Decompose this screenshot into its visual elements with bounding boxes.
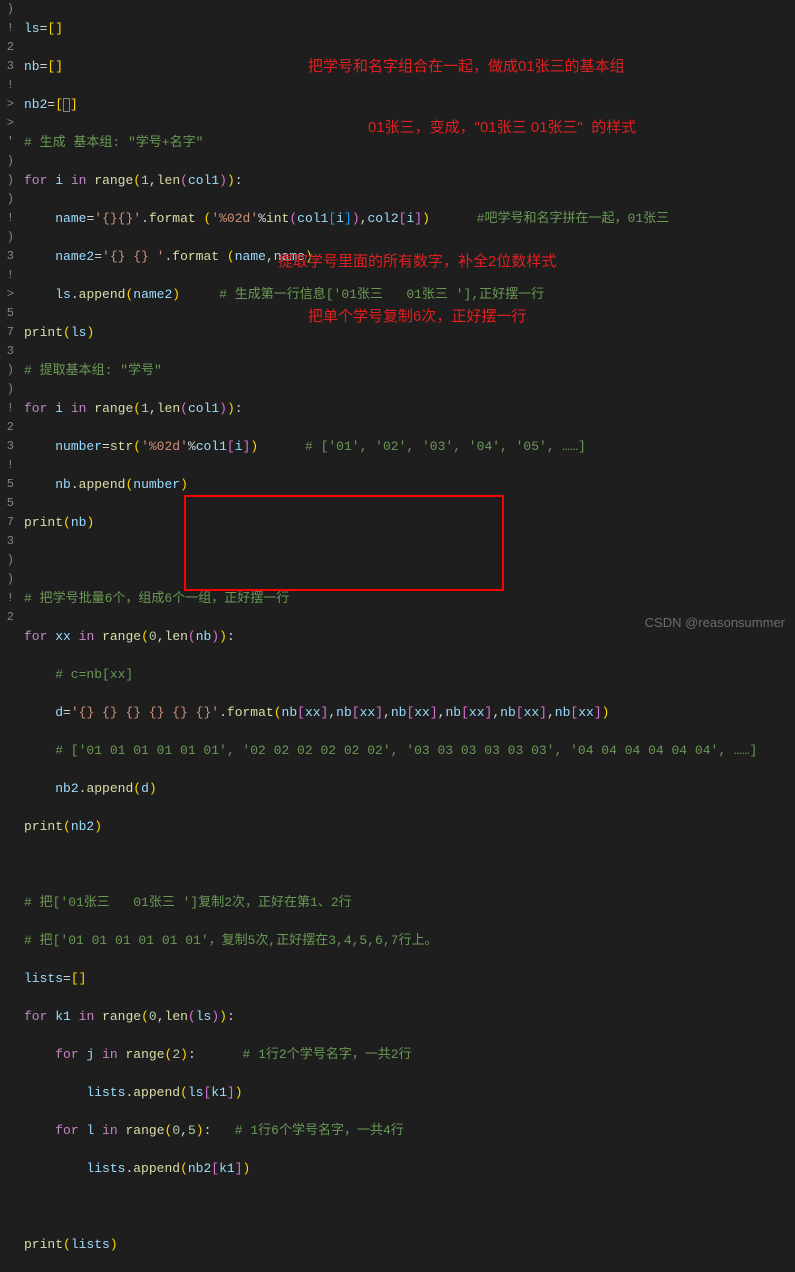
code-line[interactable]: ls.append(name2) # 生成第一行信息['01张三 01张三 ']… bbox=[24, 285, 795, 304]
gutter-num: 3 bbox=[0, 247, 14, 266]
code-line[interactable]: ls=[] bbox=[24, 19, 795, 38]
watermark: CSDN @reasonsummer bbox=[645, 615, 785, 630]
code-line[interactable]: name='{}{}'.format ('%02d'%int(col1[i]),… bbox=[24, 209, 795, 228]
gutter-num: ! bbox=[0, 209, 14, 228]
code-line[interactable]: print(nb2) bbox=[24, 817, 795, 836]
gutter-num: 7 bbox=[0, 323, 14, 342]
code-area[interactable]: ls=[] nb=[] nb2=[] # 生成 基本组: "学号+名字" for… bbox=[18, 0, 795, 636]
code-line[interactable]: d='{} {} {} {} {} {}'.format(nb[xx],nb[x… bbox=[24, 703, 795, 722]
code-line[interactable] bbox=[24, 855, 795, 874]
gutter-num: > bbox=[0, 285, 14, 304]
code-line[interactable]: # 把学号批量6个，组成6个一组，正好摆一行 bbox=[24, 589, 795, 608]
code-line[interactable]: lists=[] bbox=[24, 969, 795, 988]
code-line[interactable]: for k1 in range(0,len(ls)): bbox=[24, 1007, 795, 1026]
gutter-num: ) bbox=[0, 152, 14, 171]
gutter-num: ) bbox=[0, 171, 14, 190]
gutter-num: ! bbox=[0, 589, 14, 608]
annotation-1: 把学号和名字组合在一起，做成01张三的基本组 bbox=[308, 57, 625, 76]
gutter-num: ' bbox=[0, 133, 14, 152]
gutter-num: > bbox=[0, 95, 14, 114]
gutter-num: ! bbox=[0, 266, 14, 285]
gutter-num: ! bbox=[0, 19, 14, 38]
code-editor[interactable]: ) ! 2 3 ! > > ' ) ) ) ! ) 3 ! > 5 7 3 ) … bbox=[0, 0, 795, 636]
gutter-num: ! bbox=[0, 76, 14, 95]
code-line[interactable]: for l in range(0,5): # 1行6个学号名字，一共4行 bbox=[24, 1121, 795, 1140]
code-line[interactable]: for i in range(1,len(col1)): bbox=[24, 171, 795, 190]
gutter-num: 5 bbox=[0, 475, 14, 494]
gutter-num: > bbox=[0, 114, 14, 133]
code-line[interactable] bbox=[24, 1197, 795, 1216]
code-line[interactable]: nb.append(number) bbox=[24, 475, 795, 494]
gutter-num: ) bbox=[0, 0, 14, 19]
code-line[interactable] bbox=[24, 551, 795, 570]
gutter-num: ) bbox=[0, 570, 14, 589]
code-line[interactable]: for i in range(1,len(col1)): bbox=[24, 399, 795, 418]
gutter-num: 5 bbox=[0, 494, 14, 513]
code-line[interactable]: nb2=[] bbox=[24, 95, 795, 114]
annotation-4: 把单个学号复制6次，正好摆一行 bbox=[308, 307, 526, 326]
gutter-num: 2 bbox=[0, 418, 14, 437]
gutter-num: 2 bbox=[0, 608, 14, 627]
gutter-num: 5 bbox=[0, 304, 14, 323]
code-line[interactable]: # 提取基本组: "学号" bbox=[24, 361, 795, 380]
annotation-3: 提取学号里面的所有数字，补全2位数样式 bbox=[278, 252, 556, 271]
code-line[interactable]: nb2.append(d) bbox=[24, 779, 795, 798]
code-line[interactable]: # 把['01 01 01 01 01 01'，复制5次,正好摆在3,4,5,6… bbox=[24, 931, 795, 950]
gutter-num: 3 bbox=[0, 57, 14, 76]
gutter-num: 3 bbox=[0, 532, 14, 551]
gutter-num: ) bbox=[0, 190, 14, 209]
gutter-num: ) bbox=[0, 361, 14, 380]
code-line[interactable]: for j in range(2): # 1行2个学号名字，一共2行 bbox=[24, 1045, 795, 1064]
gutter-num: ! bbox=[0, 399, 14, 418]
gutter-num: 3 bbox=[0, 342, 14, 361]
annotation-2: 01张三，变成，"01张三 01张三" 的样式 bbox=[368, 118, 636, 137]
gutter-num: ! bbox=[0, 456, 14, 475]
highlight-box bbox=[184, 495, 504, 591]
code-line[interactable]: # c=nb[xx] bbox=[24, 665, 795, 684]
gutter-num: 3 bbox=[0, 437, 14, 456]
code-line[interactable]: lists.append(ls[k1]) bbox=[24, 1083, 795, 1102]
gutter-num: ) bbox=[0, 228, 14, 247]
code-line[interactable]: number=str('%02d'%col1[i]) # ['01', '02'… bbox=[24, 437, 795, 456]
gutter-num: 2 bbox=[0, 38, 14, 57]
code-line[interactable]: lists.append(nb2[k1]) bbox=[24, 1159, 795, 1178]
code-line[interactable]: # 把['01张三 01张三 ']复制2次，正好在第1、2行 bbox=[24, 893, 795, 912]
line-gutter: ) ! 2 3 ! > > ' ) ) ) ! ) 3 ! > 5 7 3 ) … bbox=[0, 0, 18, 636]
code-line[interactable]: # ['01 01 01 01 01 01', '02 02 02 02 02 … bbox=[24, 741, 795, 760]
gutter-num: ) bbox=[0, 380, 14, 399]
gutter-num: ) bbox=[0, 551, 14, 570]
gutter-num: 7 bbox=[0, 513, 14, 532]
code-line[interactable]: print(lists) bbox=[24, 1235, 795, 1254]
code-line[interactable]: print(nb) bbox=[24, 513, 795, 532]
